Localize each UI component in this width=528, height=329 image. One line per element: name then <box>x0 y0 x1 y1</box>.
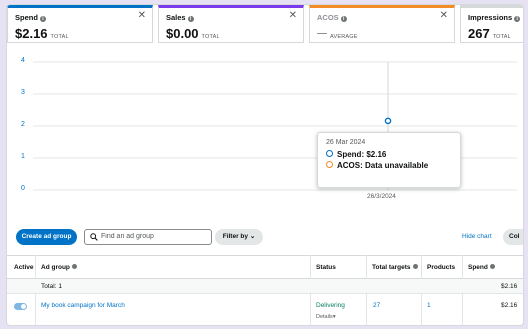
header-label: Total targets <box>372 264 411 271</box>
column-header-ad-group[interactable]: Ad group <box>41 264 77 271</box>
search-input[interactable] <box>101 231 205 241</box>
details-label: Details <box>316 314 333 320</box>
metric-sub: TOTAL <box>492 34 511 40</box>
column-header-active[interactable]: Active <box>14 264 34 271</box>
empty-value-dash <box>317 33 327 34</box>
filter-by-button[interactable]: Filter by ⌄ <box>215 229 263 245</box>
y-tick-label: 3 <box>21 89 25 96</box>
metric-tile-spend[interactable]: Spend i ✕ $2.16 TOTAL <box>7 5 153 43</box>
total-targets-link[interactable]: 27 <box>373 302 380 309</box>
close-icon[interactable]: ✕ <box>440 10 448 21</box>
ad-group-name-link[interactable]: My book campaign for March <box>41 302 125 309</box>
tooltip-spend-row: Spend: $2.16 <box>326 150 452 159</box>
y-tick-label: 2 <box>21 121 25 128</box>
columns-button[interactable]: Col <box>503 229 523 245</box>
products-link[interactable]: 1 <box>427 302 431 309</box>
caret-down-icon: ▾ <box>332 314 336 320</box>
header-label: Spend <box>468 264 488 271</box>
search-box[interactable] <box>84 229 212 245</box>
column-header-products[interactable]: Products <box>427 264 455 271</box>
info-icon[interactable]: i <box>340 16 347 22</box>
metric-value: $2.16 <box>15 26 48 41</box>
create-ad-group-button[interactable]: Create ad group <box>16 229 77 245</box>
y-tick-label: 1 <box>21 153 25 160</box>
tooltip-date: 26 Mar 2024 <box>326 139 366 146</box>
metric-tile-impressions[interactable]: Impressions i 267 TOTAL <box>460 5 523 43</box>
y-tick-label: 4 <box>21 57 25 64</box>
close-icon[interactable]: ✕ <box>138 10 146 21</box>
total-label: Total: 1 <box>41 283 62 290</box>
performance-chart: 26/3/2024 26 Mar 2024 Spend: $2.16 ACOS:… <box>7 45 523 210</box>
hide-chart-link[interactable]: Hide chart <box>462 233 492 240</box>
metric-tiles: Spend i ✕ $2.16 TOTAL Sales i ✕ $0.00 TOTAL … <box>7 5 523 45</box>
tooltip-acos-row: ACOS: Data unavailable <box>326 161 452 170</box>
chevron-down-icon: ⌄ <box>249 233 256 240</box>
header-label: Ad group <box>41 264 70 271</box>
total-spend: $2.16 <box>501 283 518 290</box>
data-point-spend[interactable] <box>384 117 392 125</box>
info-icon[interactable] <box>489 264 495 269</box>
spend-dot-icon <box>326 150 333 157</box>
search-icon <box>90 233 98 241</box>
column-header-spend[interactable]: Spend <box>468 264 495 271</box>
info-icon[interactable]: i <box>514 16 521 22</box>
metric-value: 267 <box>468 26 490 41</box>
y-tick-label: 0 <box>21 185 25 192</box>
info-icon[interactable] <box>412 264 418 269</box>
metric-label: Impressions <box>468 13 513 22</box>
chart-tooltip: 26 Mar 2024 Spend: $2.16 ACOS: Data unav… <box>317 132 461 188</box>
tooltip-spend-label: Spend: <box>337 150 365 159</box>
row-spend: $2.16 <box>501 302 518 309</box>
metric-label: ACOS <box>317 13 339 22</box>
column-header-total-targets[interactable]: Total targets <box>372 264 418 271</box>
tooltip-acos-label: ACOS: <box>337 161 363 170</box>
metric-label: Spend <box>15 13 38 22</box>
status-details-dropdown[interactable]: Details▾ <box>316 314 336 320</box>
metric-sub: AVERAGE <box>330 34 358 40</box>
metric-label: Sales <box>166 13 186 22</box>
status-text: Delivering <box>316 302 345 309</box>
metric-tile-sales[interactable]: Sales i ✕ $0.00 TOTAL <box>158 5 304 43</box>
info-icon[interactable]: i <box>39 16 46 22</box>
active-toggle[interactable] <box>14 303 27 310</box>
acos-dot-icon <box>326 161 333 168</box>
campaign-dashboard: Spend i ✕ $2.16 TOTAL Sales i ✕ $0.00 TOTAL … <box>6 4 524 326</box>
table-header: Active Ad group Status Total targets Pro… <box>7 255 523 279</box>
info-icon[interactable] <box>71 264 77 269</box>
metric-tile-acos[interactable]: ACOS i ✕ AVERAGE <box>309 5 455 43</box>
tooltip-acos-value: Data unavailable <box>365 161 429 170</box>
filter-label: Filter by <box>222 233 249 240</box>
metric-sub: TOTAL <box>201 34 220 40</box>
close-icon[interactable]: ✕ <box>289 10 297 21</box>
table-toolbar: Create ad group Filter by ⌄ Hide chart C… <box>7 227 523 247</box>
column-header-status[interactable]: Status <box>316 264 336 271</box>
tooltip-spend-value: $2.16 <box>366 150 387 159</box>
metric-value: $0.00 <box>166 26 199 41</box>
total-row: Total: 1 $2.16 <box>7 279 523 294</box>
info-icon[interactable]: i <box>187 16 194 22</box>
metric-sub: TOTAL <box>50 34 69 40</box>
x-tick-label: 26/3/2024 <box>367 193 396 200</box>
